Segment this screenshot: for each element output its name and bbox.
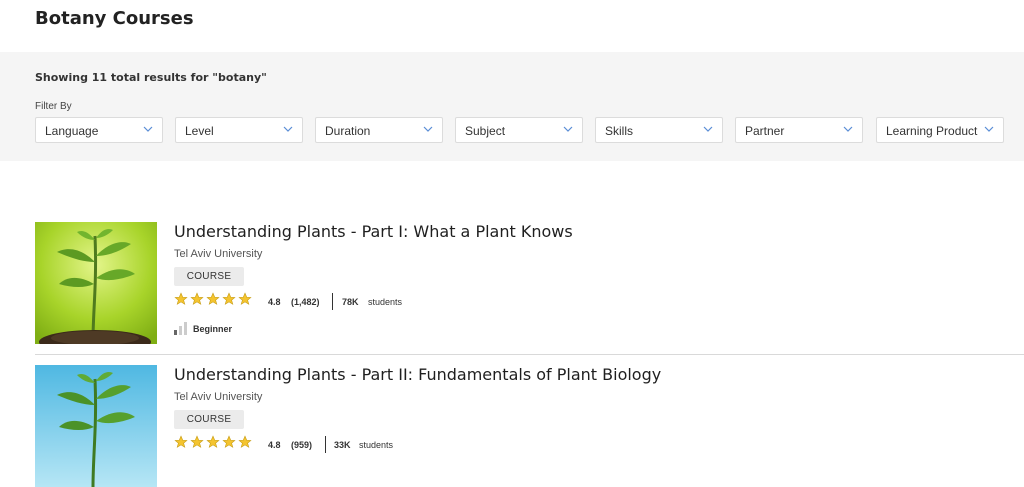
course-card[interactable]: Understanding Plants - Part I: What a Pl… xyxy=(35,222,1024,352)
dropdown-label: Learning Product xyxy=(886,124,978,138)
enrollment-count: 78K xyxy=(342,297,359,307)
star-icon xyxy=(174,435,188,448)
skills-filter-dropdown[interactable]: Skills xyxy=(595,117,723,143)
course-title[interactable]: Understanding Plants - Part II: Fundamen… xyxy=(174,365,661,384)
dropdown-label: Level xyxy=(185,124,214,138)
course-thumbnail-plant[interactable] xyxy=(35,222,157,344)
star-icon xyxy=(174,292,188,305)
star-icon xyxy=(190,292,204,305)
rating-value: 4.8 xyxy=(268,440,281,450)
dropdown-label: Skills xyxy=(605,124,634,138)
course-type-badge: COURSE xyxy=(174,410,244,429)
chevron-down-icon xyxy=(283,126,293,132)
enrollment-label: students xyxy=(359,440,394,450)
stats-divider xyxy=(325,436,326,453)
star-icon xyxy=(222,292,236,305)
star-icon xyxy=(206,292,220,305)
chevron-down-icon xyxy=(843,126,853,132)
dropdown-label: Language xyxy=(45,124,99,138)
learning-product-filter-dropdown[interactable]: Learning Product xyxy=(876,117,1004,143)
star-rating xyxy=(174,292,252,306)
partner-filter-dropdown[interactable]: Partner xyxy=(735,117,863,143)
star-icon xyxy=(206,435,220,448)
star-icon xyxy=(238,435,252,448)
star-rating xyxy=(174,435,252,449)
star-icon xyxy=(238,292,252,305)
course-thumbnail-plant[interactable] xyxy=(35,365,157,487)
chevron-down-icon xyxy=(143,126,153,132)
review-count: (959) xyxy=(291,440,313,450)
chevron-down-icon xyxy=(423,126,433,132)
rating-value: 4.8 xyxy=(268,297,281,307)
difficulty-level: Beginner xyxy=(193,324,233,334)
chevron-down-icon xyxy=(563,126,573,132)
level-filter-dropdown[interactable]: Level xyxy=(175,117,303,143)
dropdown-label: Duration xyxy=(325,124,371,138)
dropdown-label: Subject xyxy=(465,124,506,138)
course-card[interactable]: Understanding Plants - Part II: Fundamen… xyxy=(35,365,1024,487)
course-type-badge: COURSE xyxy=(174,267,244,286)
filter-by-label: Filter By xyxy=(35,101,72,112)
course-partner: Tel Aviv University xyxy=(174,248,263,260)
star-icon xyxy=(190,435,204,448)
dropdown-label: Partner xyxy=(745,124,785,138)
language-filter-dropdown[interactable]: Language xyxy=(35,117,163,143)
filter-panel: Showing 11 total results for "botany" Fi… xyxy=(0,52,1024,161)
page-title: Botany Courses xyxy=(35,8,194,29)
course-partner: Tel Aviv University xyxy=(174,391,263,403)
course-divider xyxy=(35,354,1024,355)
chevron-down-icon xyxy=(984,126,994,132)
star-icon xyxy=(222,435,236,448)
enrollment-count: 33K xyxy=(334,440,351,450)
results-summary: Showing 11 total results for "botany" xyxy=(35,71,267,84)
subject-filter-dropdown[interactable]: Subject xyxy=(455,117,583,143)
duration-filter-dropdown[interactable]: Duration xyxy=(315,117,443,143)
signal-bars-icon xyxy=(174,322,187,335)
course-title[interactable]: Understanding Plants - Part I: What a Pl… xyxy=(174,222,573,241)
chevron-down-icon xyxy=(703,126,713,132)
enrollment-label: students xyxy=(368,297,403,307)
review-count: (1,482) xyxy=(291,297,320,307)
stats-divider xyxy=(332,293,333,310)
